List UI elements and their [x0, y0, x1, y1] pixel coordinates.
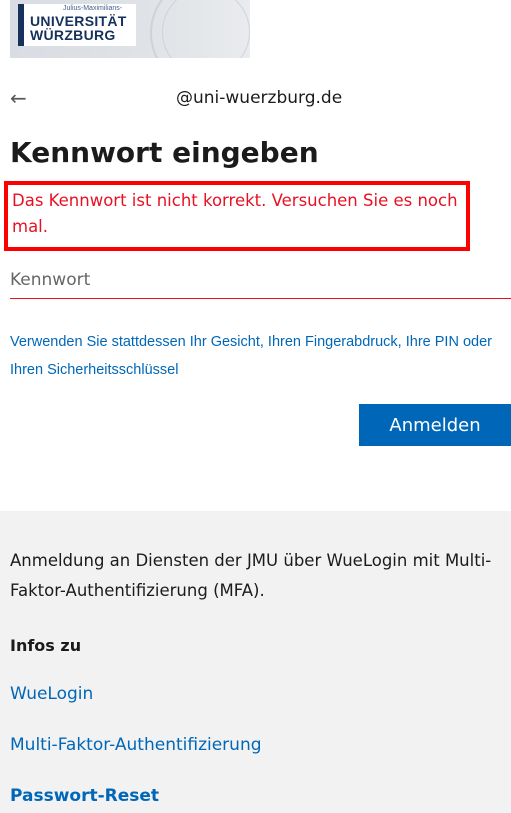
infos-heading: Infos zu: [10, 636, 82, 655]
back-arrow-icon[interactable]: ←: [10, 86, 27, 110]
logo-name: UNIVERSITÄT WÜRZBURG: [30, 14, 127, 42]
page-title: Kennwort eingeben: [10, 136, 319, 169]
footer-description: Anmeldung an Diensten der JMU über WueLo…: [10, 551, 492, 600]
wuelogin-link[interactable]: WueLogin: [10, 684, 93, 704]
logo-line-1: UNIVERSITÄT: [30, 13, 127, 29]
logo-line-2: WÜRZBURG: [30, 27, 116, 43]
password-input[interactable]: [10, 262, 511, 299]
mfa-link[interactable]: Multi-Faktor-Authentifizierung: [10, 735, 262, 755]
signin-button[interactable]: Anmelden: [359, 404, 511, 446]
seal-inner-decoration: [162, 0, 250, 58]
university-logo: Julius-Maximilians- UNIVERSITÄT WÜRZBURG: [10, 0, 250, 58]
error-message: Das Kennwort ist nicht korrekt. Versuche…: [12, 191, 458, 236]
logo-small-text: Julius-Maximilians-: [63, 5, 123, 12]
user-identity: @uni-wuerzburg.de: [176, 88, 343, 108]
alternative-signin-link[interactable]: Verwenden Sie stattdessen Ihr Gesicht, I…: [10, 328, 510, 384]
password-reset-link[interactable]: Passwort-Reset: [10, 786, 159, 806]
